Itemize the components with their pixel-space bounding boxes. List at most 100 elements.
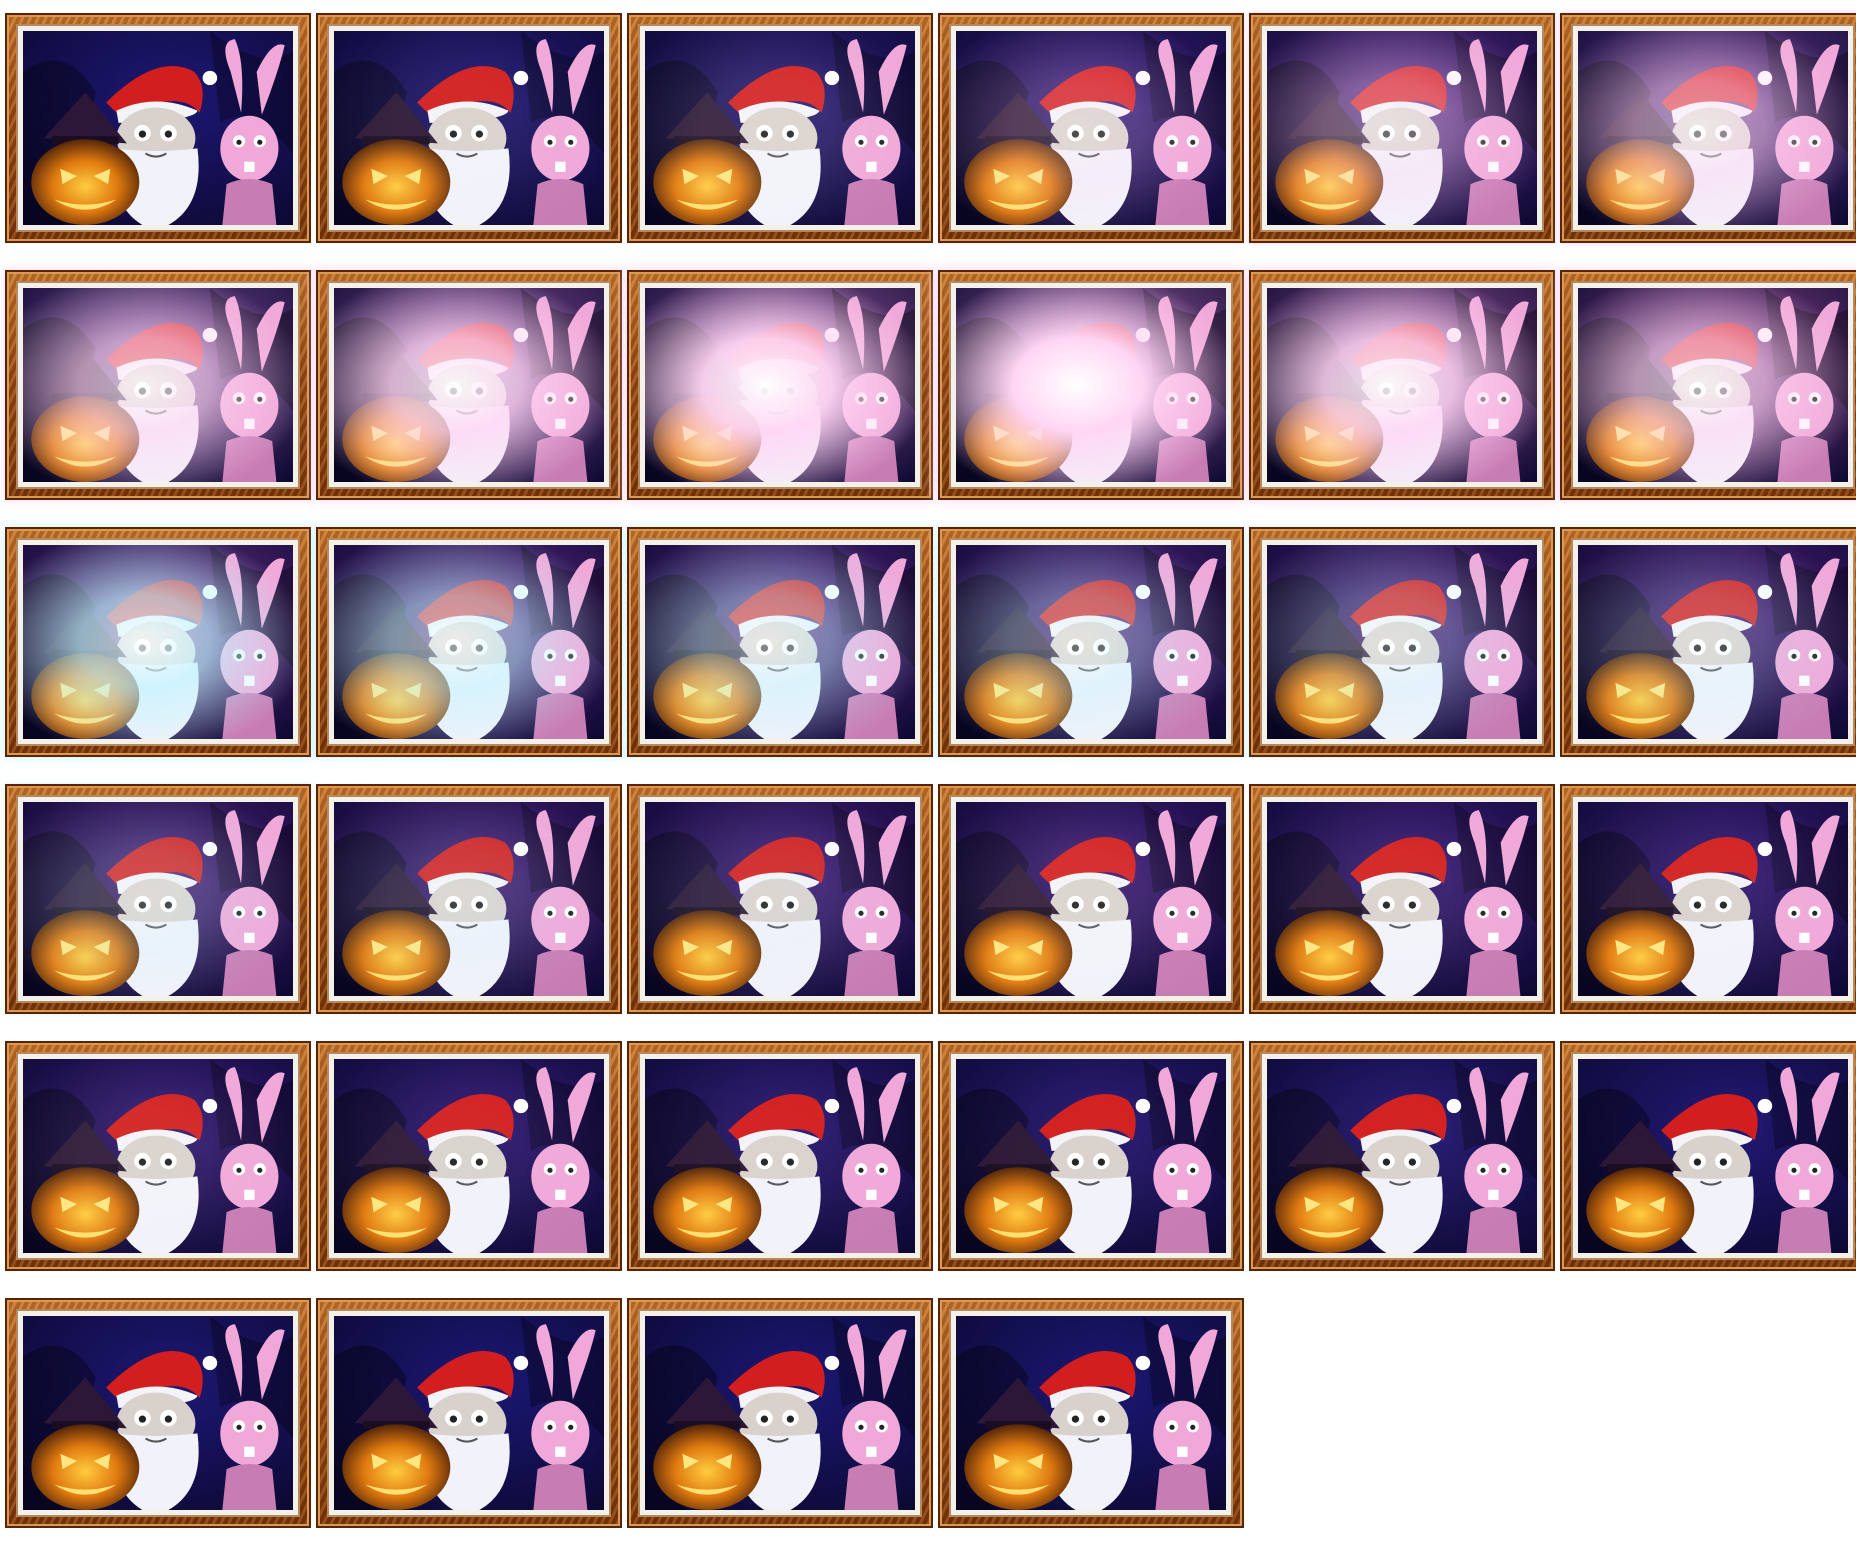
frame-mat (638, 24, 922, 232)
scene-artwork (334, 802, 604, 996)
sprite-frame (5, 1041, 311, 1271)
frame-picture (956, 1316, 1226, 1510)
sprite-frame (316, 270, 622, 500)
frame-picture (645, 1316, 915, 1510)
frame-mat (1571, 538, 1855, 746)
frame-picture (23, 31, 293, 225)
frame-mat (327, 1309, 611, 1517)
frame-picture (956, 545, 1226, 739)
scene-artwork (23, 31, 293, 225)
scene-artwork (956, 31, 1226, 225)
frame-picture (23, 802, 293, 996)
frame-mat (16, 795, 300, 1003)
frame-picture (1267, 31, 1537, 225)
scene-artwork (956, 288, 1226, 482)
scene-artwork (23, 288, 293, 482)
scene-artwork (1578, 802, 1848, 996)
scene-artwork (645, 545, 915, 739)
scene-artwork (645, 1316, 915, 1510)
sprite-frame (1560, 1041, 1856, 1271)
sprite-frame (938, 1041, 1244, 1271)
frame-picture (956, 1059, 1226, 1253)
scene-artwork (645, 1059, 915, 1253)
frame-picture (645, 802, 915, 996)
frame-mat (1260, 1052, 1544, 1260)
frame-mat (949, 1052, 1233, 1260)
frame-mat (949, 281, 1233, 489)
sprite-frame (938, 13, 1244, 243)
sprite-frame (316, 13, 622, 243)
sprite-frame (5, 784, 311, 1014)
frame-mat (1571, 1052, 1855, 1260)
frame-picture (1578, 545, 1848, 739)
sprite-frame (1249, 527, 1555, 757)
scene-artwork (1578, 545, 1848, 739)
frame-mat (1260, 281, 1544, 489)
scene-artwork (956, 1316, 1226, 1510)
frame-picture (334, 802, 604, 996)
sprite-frame (627, 270, 933, 500)
frame-mat (16, 538, 300, 746)
frame-picture (23, 1059, 293, 1253)
sprite-frame (5, 1298, 311, 1528)
scene-artwork (1267, 31, 1537, 225)
frame-picture (1578, 802, 1848, 996)
frame-mat (949, 1309, 1233, 1517)
scene-artwork (1267, 802, 1537, 996)
scene-artwork (334, 288, 604, 482)
scene-artwork (1578, 288, 1848, 482)
frame-picture (645, 545, 915, 739)
frame-mat (1571, 795, 1855, 1003)
frame-mat (638, 795, 922, 1003)
scene-artwork (1267, 1059, 1537, 1253)
frame-picture (1267, 545, 1537, 739)
frame-mat (1260, 24, 1544, 232)
frame-picture (645, 288, 915, 482)
sprite-sheet (0, 0, 1856, 1544)
frame-mat (949, 24, 1233, 232)
frame-picture (334, 288, 604, 482)
scene-artwork (956, 545, 1226, 739)
frame-mat (327, 538, 611, 746)
frame-picture (1578, 1059, 1848, 1253)
frame-picture (334, 545, 604, 739)
sprite-frame (627, 527, 933, 757)
scene-artwork (334, 1316, 604, 1510)
sprite-frame (1249, 13, 1555, 243)
frame-mat (1571, 24, 1855, 232)
frame-mat (327, 795, 611, 1003)
sprite-frame (1560, 270, 1856, 500)
scene-artwork (23, 1059, 293, 1253)
frame-mat (327, 24, 611, 232)
sprite-frame (316, 527, 622, 757)
frame-picture (1267, 288, 1537, 482)
sprite-frame (627, 1298, 933, 1528)
frame-picture (956, 288, 1226, 482)
frame-picture (334, 1316, 604, 1510)
frame-picture (334, 1059, 604, 1253)
sprite-frame (1249, 270, 1555, 500)
scene-artwork (645, 802, 915, 996)
scene-artwork (1578, 31, 1848, 225)
frame-picture (956, 31, 1226, 225)
sprite-frame (938, 527, 1244, 757)
sprite-frame (1560, 527, 1856, 757)
sprite-frame (938, 784, 1244, 1014)
sprite-frame (5, 527, 311, 757)
sprite-frame (938, 270, 1244, 500)
scene-artwork (23, 1316, 293, 1510)
scene-artwork (645, 31, 915, 225)
frame-mat (1260, 795, 1544, 1003)
frame-picture (334, 31, 604, 225)
scene-artwork (645, 288, 915, 482)
sprite-frame (5, 270, 311, 500)
frame-picture (645, 31, 915, 225)
sprite-frame (316, 784, 622, 1014)
sprite-frame (1560, 784, 1856, 1014)
frame-mat (638, 1052, 922, 1260)
sprite-frame (1560, 13, 1856, 243)
scene-artwork (334, 545, 604, 739)
scene-artwork (23, 545, 293, 739)
frame-mat (949, 538, 1233, 746)
frame-picture (1578, 31, 1848, 225)
